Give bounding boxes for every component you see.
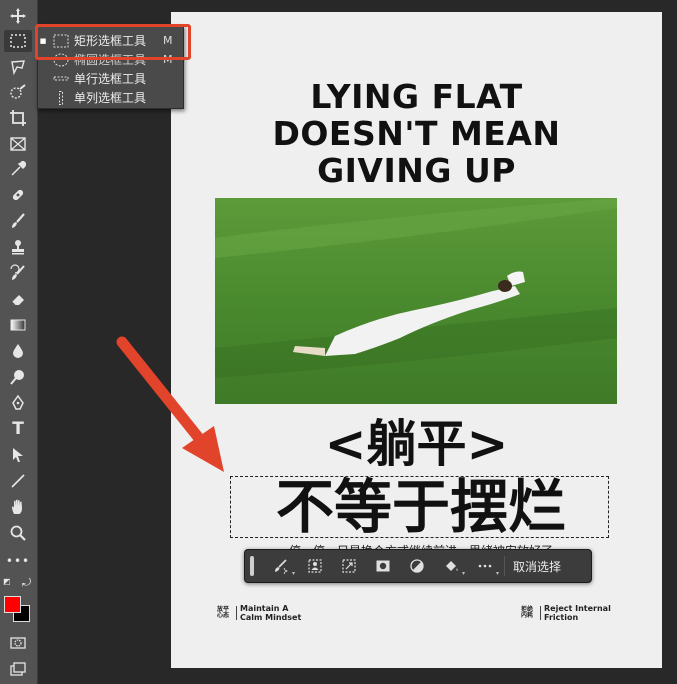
deselect-button[interactable]: 取消选择 [513,558,561,575]
footer-right-en: Reject Internal Friction [544,604,611,622]
flyout-item-elliptical-marquee[interactable]: 椭圆选框工具 M [38,50,185,69]
crop-icon[interactable] [4,107,32,129]
single-column-marquee-icon [48,90,74,105]
mask-from-selection-button[interactable] [366,552,400,580]
rectangular-marquee-icon[interactable] [4,30,32,52]
poster-headline: LYING FLAT DOESN'T MEAN GIVING UP [171,78,662,189]
selected-bullet-icon: ■ [39,36,47,45]
headline-line-3: GIVING UP [317,151,516,190]
frame-icon[interactable] [4,133,32,155]
type-icon[interactable]: T [4,418,32,440]
foreground-color-swatch[interactable] [4,596,21,613]
blur-icon[interactable] [4,340,32,362]
flyout-item-shortcut: M [163,34,173,47]
clone-stamp-icon[interactable] [4,236,32,258]
gradient-icon[interactable] [4,314,32,336]
generative-fill-button[interactable]: ▾ [264,552,298,580]
flyout-item-label: 矩形选框工具 [74,34,147,48]
fill-selection-button[interactable]: ▾ [434,552,468,580]
chinese-title-line-2: 不等于摆烂 [275,473,566,541]
eraser-icon[interactable] [4,288,32,310]
select-subject-icon [308,559,322,573]
footer-left-en: Maintain A Calm Mindset [240,604,302,622]
marquee-tools-flyout: ■ 矩形选框工具 M 椭圆选框工具 M 单行选框工具 单列选框工具 [37,25,184,109]
flyout-item-label: 单列选框工具 [74,91,147,105]
default-colors-icon[interactable]: ◩ [3,577,11,586]
poster-photo [215,198,617,404]
flyout-item-single-column-marquee[interactable]: 单列选框工具 [38,88,185,107]
select-subject-button[interactable] [298,552,332,580]
zoom-icon[interactable] [4,522,32,544]
more-tools-icon[interactable]: ••• [4,550,32,572]
elliptical-marquee-icon [48,53,74,67]
brush-icon[interactable] [4,210,32,232]
lasso-icon[interactable] [4,56,32,78]
taskbar-separator [504,556,505,576]
transform-selection-icon [342,559,356,573]
more-icon [478,564,492,568]
dodge-icon[interactable] [4,366,32,388]
chinese-title-line-1: <躺平> [324,415,509,473]
screen-mode-icon[interactable] [4,658,32,680]
footer-left-zh: 放平心态 [217,606,230,619]
flyout-item-rectangular-marquee[interactable]: ■ 矩形选框工具 M [38,31,185,50]
swap-colors-icon[interactable]: ⤾ [22,576,31,590]
pen-icon[interactable] [4,392,32,414]
move-tool-icon[interactable] [4,5,32,27]
single-row-marquee-icon [48,72,74,86]
footer-tag-right: 拒绝内耗 Reject Internal Friction [521,604,622,622]
more-options-button[interactable]: ▾ [468,552,502,580]
invert-selection-button[interactable] [400,552,434,580]
mask-icon [376,560,390,572]
headline-line-1: LYING FLAT [310,77,523,116]
line-icon[interactable] [4,470,32,492]
invert-icon [410,559,424,573]
eyedropper-icon[interactable] [4,158,32,180]
generative-fill-icon [275,559,288,574]
paint-bucket-icon [446,561,458,571]
flyout-item-single-row-marquee[interactable]: 单行选框工具 [38,69,185,88]
flyout-item-label: 单行选框工具 [74,72,147,86]
rectangular-marquee-icon [48,34,74,48]
flyout-item-label: 椭圆选框工具 [74,53,147,67]
footer-right-zh: 拒绝内耗 [521,606,534,619]
taskbar-drag-handle[interactable] [250,556,254,576]
quick-selection-icon[interactable] [4,82,32,104]
tools-panel: T ••• ◩ ⤾ [0,0,38,684]
path-selection-icon[interactable] [4,444,32,466]
quick-mask-icon[interactable] [4,632,32,654]
headline-line-2: DOESN'T MEAN [272,114,561,153]
healing-brush-icon[interactable] [4,184,32,206]
footer-tag-left: 放平心态 Maintain A Calm Mindset [217,604,304,622]
hand-icon[interactable] [4,496,32,518]
history-brush-icon[interactable] [4,262,32,284]
footer-left-divider [236,606,237,620]
footer-right-divider [540,606,541,620]
flyout-item-shortcut: M [163,53,173,66]
transform-selection-button[interactable] [332,552,366,580]
contextual-task-bar: ▾ ▾ ▾ 取消选择 [244,549,592,583]
